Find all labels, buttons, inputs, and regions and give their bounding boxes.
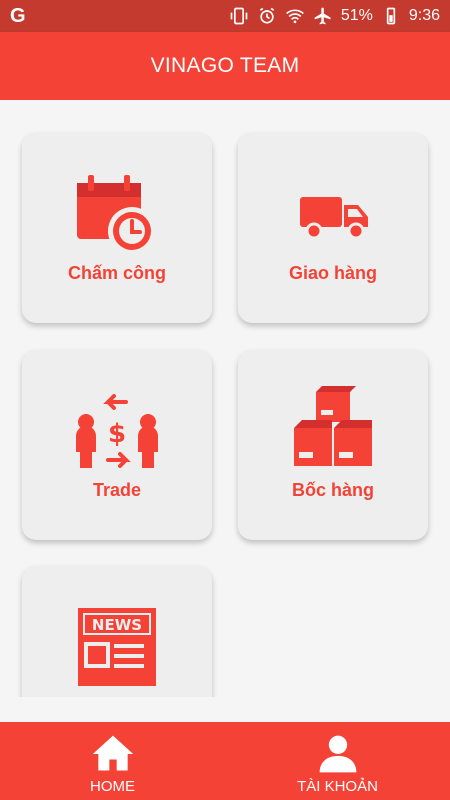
tile-label: Trade [92, 480, 142, 500]
google-g-icon: G [10, 5, 26, 27]
battery-icon [386, 7, 396, 25]
tile-boc-hang[interactable]: Bốc hàng [238, 350, 428, 540]
calendar-clock-icon [72, 169, 162, 259]
airplane-icon [314, 7, 331, 25]
tile-label: Bốc hàng [291, 480, 374, 500]
page-title: VINAGO TEAM [150, 54, 300, 77]
user-icon [319, 735, 356, 773]
bottom-nav: HOME TÀI KHOẢN [0, 722, 450, 800]
tile-news[interactable]: NEWS [22, 566, 212, 697]
battery-percent: 51% [340, 7, 373, 24]
tile-label: Giao hàng [288, 263, 377, 283]
tile-giao-hang[interactable]: Giao hàng [238, 133, 428, 323]
tile-trade[interactable]: $ Trade [22, 350, 212, 540]
menu-grid: Chấm công Giao hàng $ Trade Bốc hàng NEW… [0, 100, 450, 697]
svg-text:NEWS: NEWS [92, 616, 142, 634]
news-icon: NEWS [72, 602, 162, 692]
clock-time: 9:36 [408, 7, 440, 24]
nav-account[interactable]: TÀI KHOẢN [225, 722, 450, 800]
trade-exchange-icon: $ [72, 386, 162, 476]
delivery-truck-icon [288, 169, 378, 259]
home-icon [92, 735, 133, 771]
app-bar: VINAGO TEAM [0, 32, 450, 100]
wifi-icon [285, 9, 304, 24]
nav-home[interactable]: HOME [0, 722, 225, 800]
nav-home-label: HOME [90, 778, 135, 795]
tile-label: Chấm công [67, 263, 166, 283]
nav-account-label: TÀI KHOẢN [297, 778, 378, 795]
vibrate-icon [230, 7, 248, 25]
status-icons: 51% 9:36 [229, 6, 440, 26]
boxes-icon [288, 386, 378, 476]
alarm-icon [259, 7, 274, 24]
svg-text:$: $ [108, 419, 126, 449]
tile-cham-cong[interactable]: Chấm công [22, 133, 212, 323]
status-bar: G 51% 9:36 [0, 0, 450, 32]
